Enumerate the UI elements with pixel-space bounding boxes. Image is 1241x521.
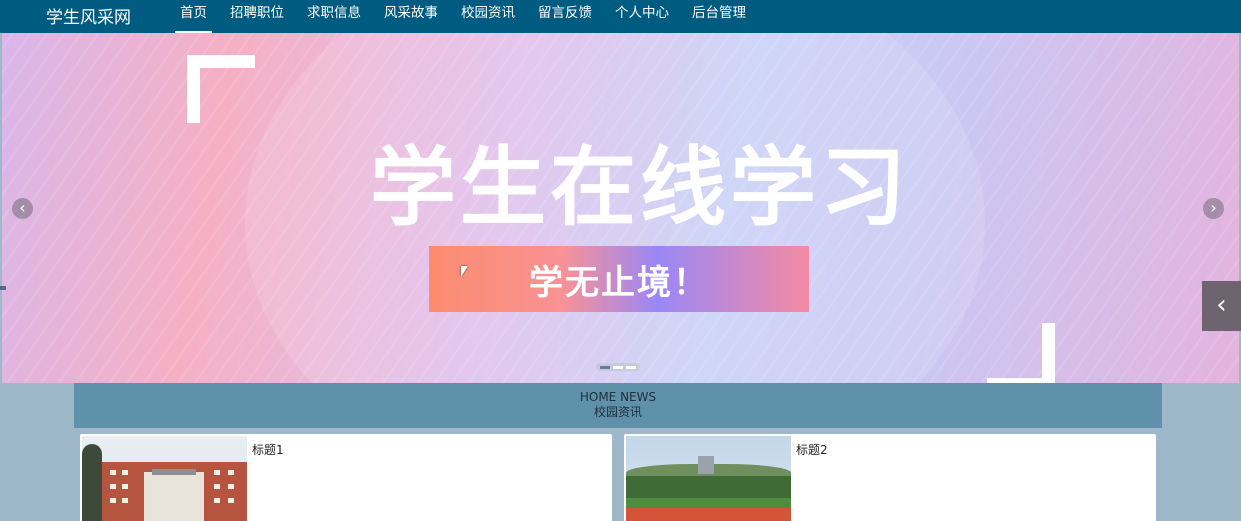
chevron-right-icon: ›: [1210, 198, 1217, 217]
carousel-dot-1[interactable]: [600, 365, 610, 369]
banner-headline: 学生在线学习: [370, 138, 910, 238]
top-navbar: 学生风采网 首页 招聘职位 求职信息 风采故事 校园资讯 留言反馈 个人中心 后…: [0, 0, 1241, 33]
carousel-next-button[interactable]: ›: [1203, 198, 1224, 219]
sports-field-image[interactable]: [626, 436, 791, 521]
carousel-indicators: [596, 363, 640, 371]
banner-carousel: 学生在线学习 学无止境！ ‹ ›: [2, 33, 1239, 383]
news-card[interactable]: 标题2: [624, 434, 1156, 521]
nav-item-admin[interactable]: 后台管理: [682, 0, 756, 33]
news-card[interactable]: 标题1: [80, 434, 612, 521]
nav-item-home[interactable]: 首页: [170, 0, 217, 33]
carousel-dot-3[interactable]: [626, 365, 636, 369]
news-section-header: HOME NEWS 校园资讯: [74, 383, 1162, 428]
chevron-left-icon: ‹: [19, 198, 26, 217]
campus-building-image[interactable]: [82, 436, 247, 521]
nav-item-jobs[interactable]: 招聘职位: [220, 0, 294, 33]
corner-bracket-top-left: [187, 55, 255, 123]
chevron-left-icon: ‹: [1216, 290, 1227, 320]
left-edge-marker: [0, 286, 6, 290]
banner-slogan: 学无止境！: [529, 262, 709, 303]
mouse-cursor-icon: [461, 266, 468, 277]
corner-bracket-bottom-right: [987, 323, 1055, 383]
banner-slogan-box: 学无止境！: [429, 246, 809, 312]
carousel-prev-button[interactable]: ‹: [12, 198, 33, 219]
carousel-dot-2[interactable]: [613, 365, 623, 369]
news-heading-en: HOME NEWS: [579, 390, 657, 404]
side-panel-toggle[interactable]: ‹: [1202, 281, 1241, 331]
news-card-title[interactable]: 标题2: [796, 441, 828, 458]
site-logo[interactable]: 学生风采网: [46, 3, 131, 28]
nav-item-job-seeking[interactable]: 求职信息: [297, 0, 371, 33]
nav-item-feedback[interactable]: 留言反馈: [528, 0, 602, 33]
nav-item-personal-center[interactable]: 个人中心: [605, 0, 679, 33]
news-heading-cn: 校园资讯: [593, 405, 642, 419]
nav-item-stories[interactable]: 风采故事: [374, 0, 448, 33]
nav-item-campus-news[interactable]: 校园资讯: [451, 0, 525, 33]
main-nav: 首页 招聘职位 求职信息 风采故事 校园资讯 留言反馈 个人中心 后台管理: [170, 0, 759, 33]
news-card-title[interactable]: 标题1: [252, 441, 284, 458]
